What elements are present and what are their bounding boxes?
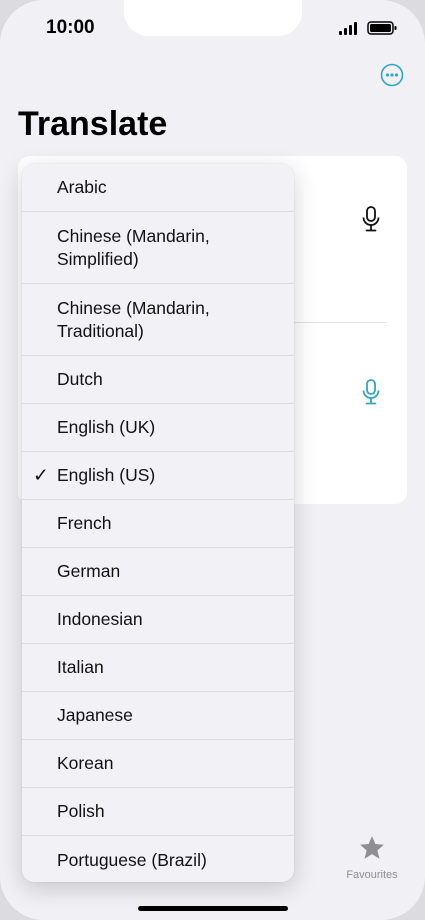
language-option-label: Chinese (Mandarin, Simplified) [57, 225, 210, 269]
language-option-label: English (US) [57, 465, 156, 485]
language-option[interactable]: English (UK) [22, 404, 294, 452]
language-option-label: Indonesian [57, 609, 143, 629]
language-option[interactable]: Chinese (Mandarin, Traditional) [22, 284, 294, 356]
language-option[interactable]: Arabic [22, 164, 294, 212]
home-indicator [138, 906, 288, 911]
language-option[interactable]: Dutch [22, 356, 294, 404]
language-option-label: English (UK) [57, 417, 156, 437]
language-option-label: Chinese (Mandarin, Traditional) [57, 297, 210, 341]
language-option[interactable]: Korean [22, 740, 294, 788]
language-option[interactable]: Indonesian [22, 596, 294, 644]
tab-favourites-label: Favourites [346, 869, 398, 881]
language-option-label: Dutch [57, 369, 103, 389]
checkmark-icon: ✓ [33, 465, 49, 486]
notch [124, 0, 302, 36]
language-option-label: German [57, 561, 121, 581]
star-icon [360, 836, 384, 859]
more-options-icon[interactable] [380, 63, 404, 87]
language-option[interactable]: Portuguese (Brazil) [22, 836, 294, 882]
language-dropdown-menu: Arabic Chinese (Mandarin, Simplified) Chin… [22, 164, 294, 882]
signal-icon [339, 22, 357, 35]
language-option-label: Arabic [57, 177, 107, 197]
page-title: Translate [18, 105, 168, 143]
language-option-label: Italian [57, 657, 104, 677]
battery-icon [367, 21, 397, 35]
language-option-label: Japanese [57, 705, 133, 725]
language-option[interactable]: Italian [22, 644, 294, 692]
microphone-icon[interactable] [360, 205, 382, 233]
phone-screen: 10:00 Translate Favourites Arabic Chines… [0, 0, 425, 920]
language-option[interactable]: ✓ English (US) [22, 452, 294, 500]
status-icons [339, 21, 397, 35]
tab-favourites[interactable]: Favourites [338, 834, 406, 881]
language-option[interactable]: German [22, 548, 294, 596]
language-option[interactable]: Polish [22, 788, 294, 836]
status-time: 10:00 [46, 17, 95, 38]
language-option[interactable]: French [22, 500, 294, 548]
language-option-label: Portuguese (Brazil) [57, 849, 207, 870]
language-option[interactable]: Japanese [22, 692, 294, 740]
language-option[interactable]: Chinese (Mandarin, Simplified) [22, 212, 294, 284]
language-option-label: Korean [57, 753, 114, 773]
language-option-label: Polish [57, 801, 105, 821]
language-option-label: French [57, 513, 112, 533]
microphone-icon-target[interactable] [360, 378, 382, 406]
